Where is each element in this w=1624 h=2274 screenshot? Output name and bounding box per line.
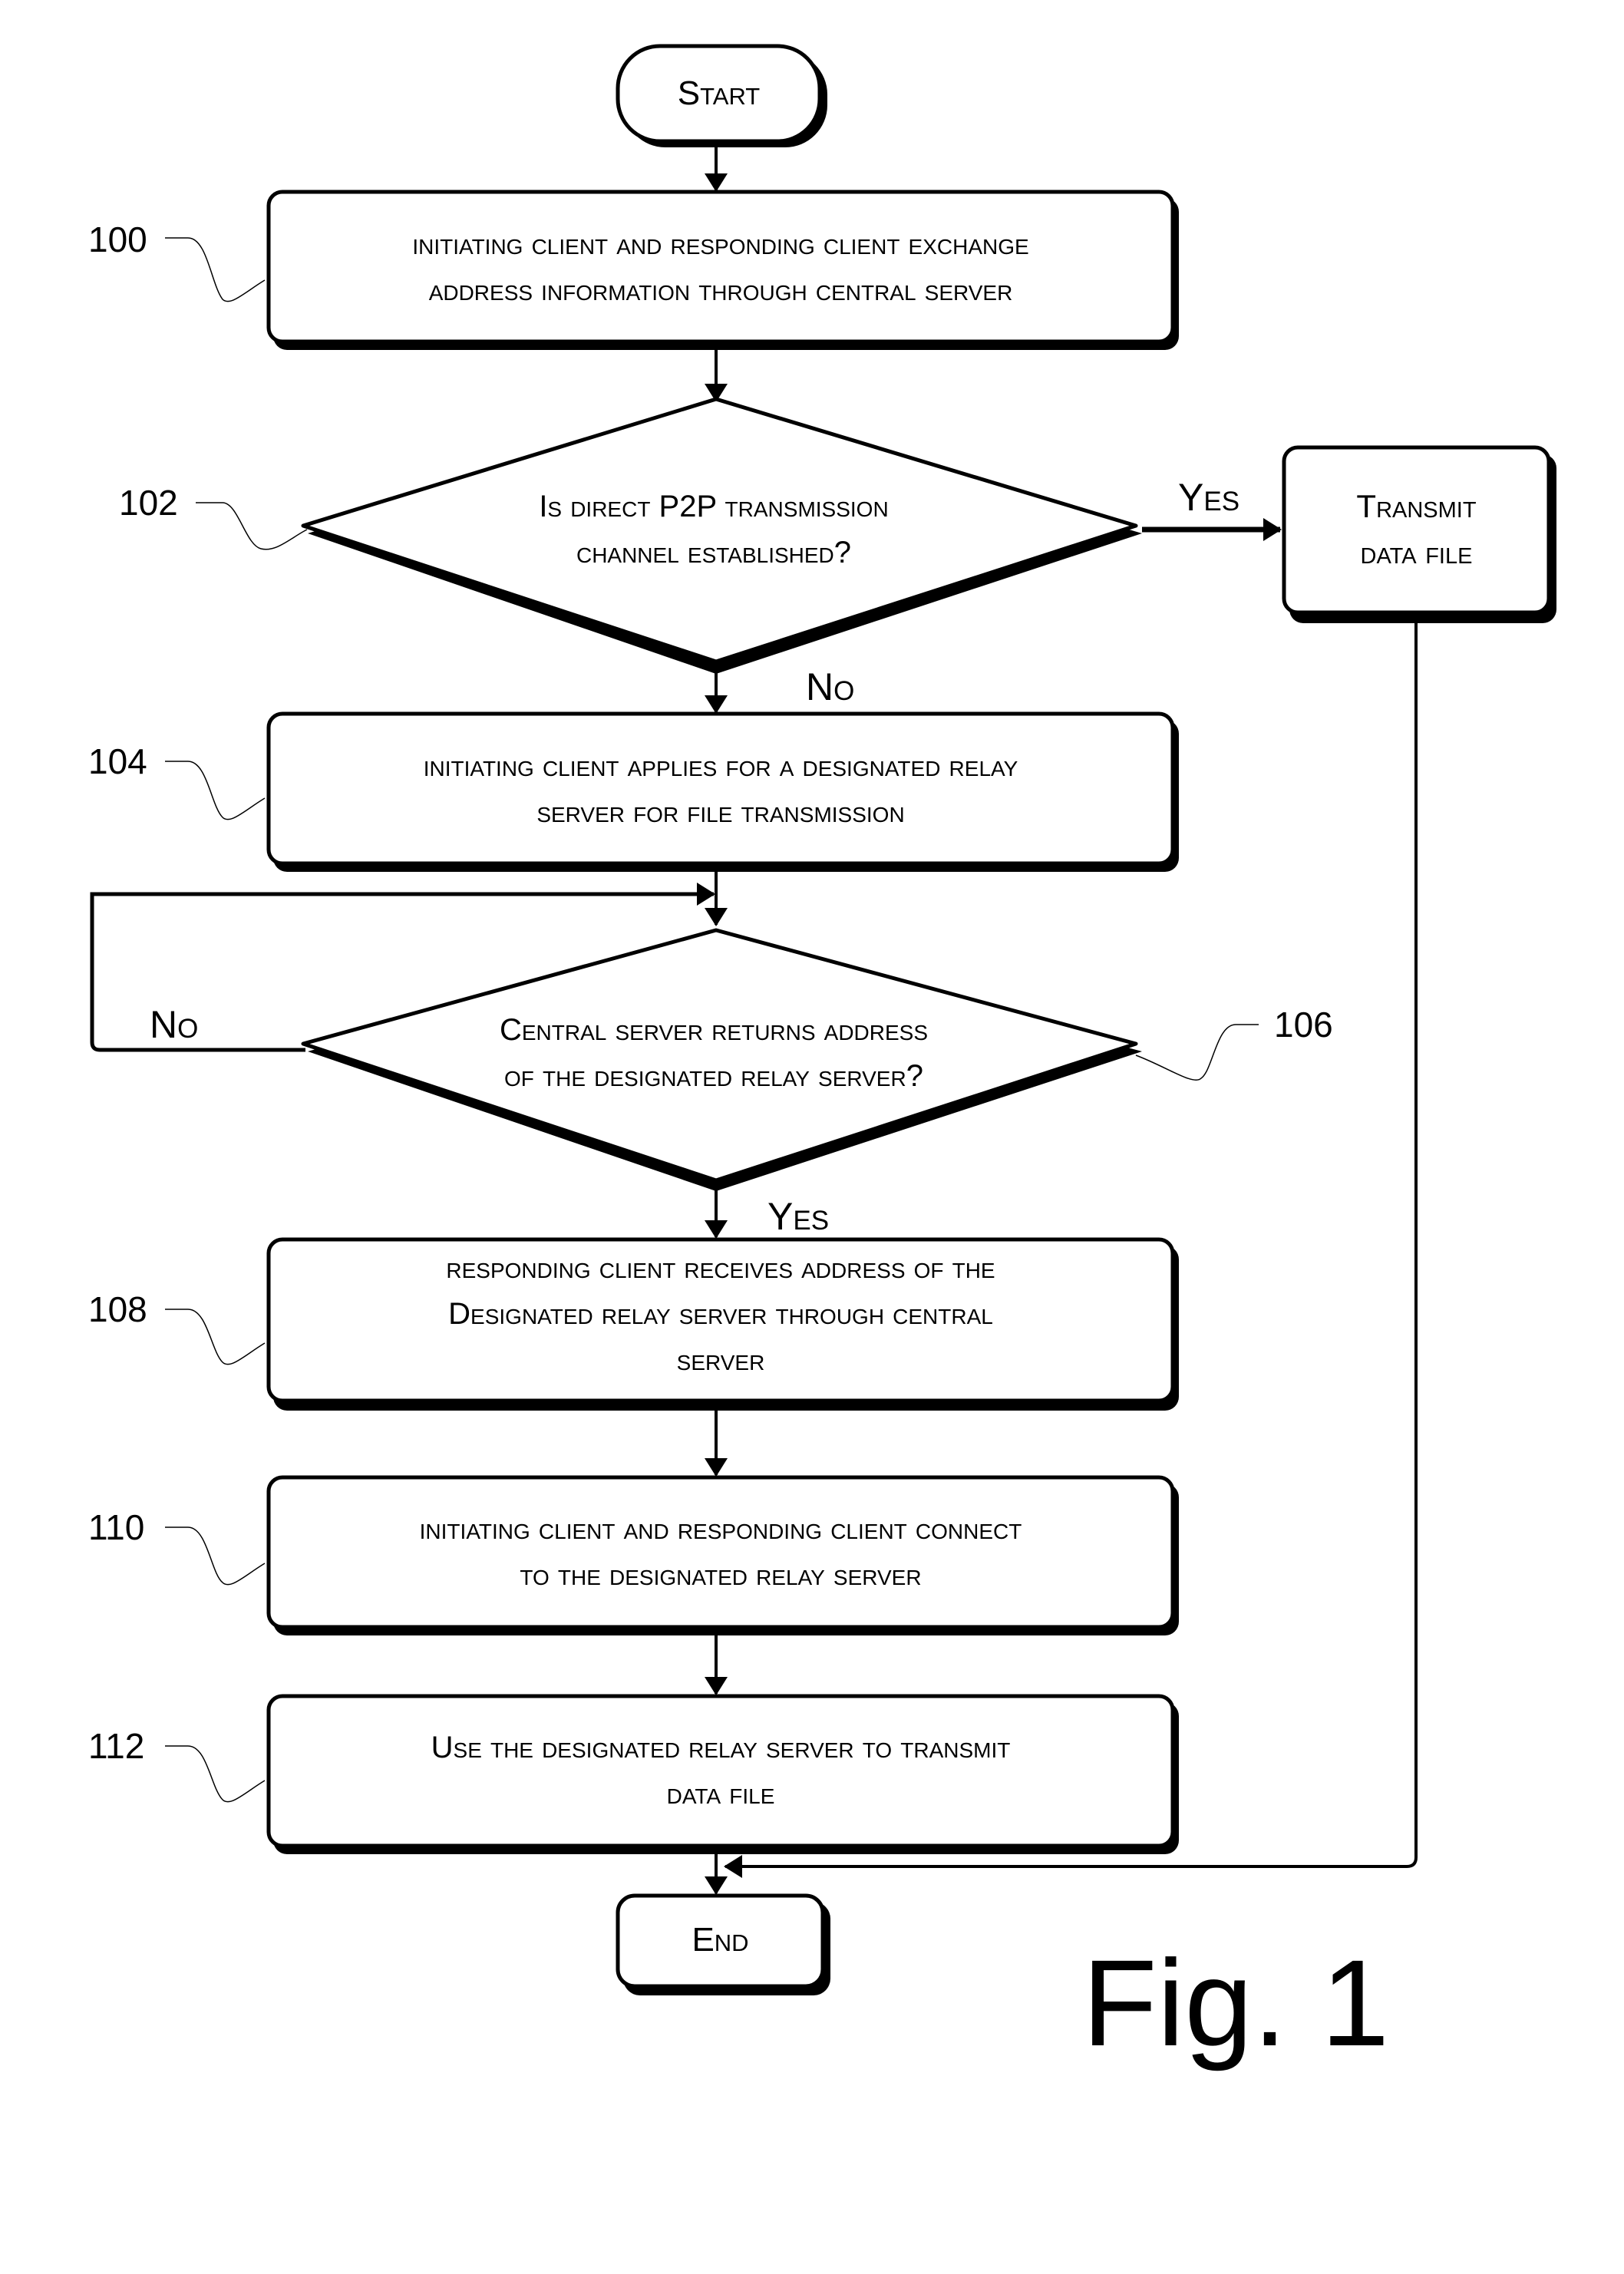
yes-label-106: Yes: [767, 1195, 830, 1238]
no-label-102: No: [806, 665, 855, 708]
step-102-line-2: channel established?: [576, 536, 852, 569]
step-108-text: responding client receives address of th…: [269, 1245, 1173, 1383]
step-112-text: Use the designated relay server to trans…: [269, 1724, 1173, 1817]
no-label-106: No: [150, 1003, 199, 1046]
ref-110: 110: [88, 1507, 145, 1547]
step-110-line-1: initiating client and responding client …: [419, 1512, 1022, 1546]
step-104-line-2: server for file transmission: [536, 795, 905, 829]
ref-108: 108: [88, 1289, 147, 1329]
start-label: Start: [677, 74, 761, 112]
step-112-line-1: Use the designated relay server to trans…: [431, 1731, 1011, 1764]
step-108-line-1: responding client receives address of th…: [446, 1251, 995, 1285]
step-104-text: initiating client applies for a designat…: [269, 743, 1173, 835]
ref-104: 104: [88, 741, 147, 781]
ref-112: 112: [88, 1726, 145, 1766]
end-label: End: [692, 1921, 749, 1959]
yes-label-102: Yes: [1178, 476, 1240, 519]
transmit-line-1: Transmit: [1356, 488, 1477, 524]
leader-110: [165, 1526, 266, 1586]
transmit-text: Transmit data file: [1284, 484, 1549, 576]
leader-112: [165, 1745, 266, 1803]
leader-100: [165, 237, 266, 302]
step-100-text: initiating client and responding client …: [269, 221, 1173, 313]
step-100-line-2: address information through central serv…: [428, 273, 1013, 307]
step-106-line-1: Central server returns address: [499, 1013, 929, 1047]
ref-106: 106: [1274, 1005, 1333, 1045]
leader-106: [1135, 1024, 1259, 1081]
step-104-line-1: initiating client applies for a designat…: [423, 749, 1018, 783]
leader-104: [165, 761, 266, 820]
step-110-text: initiating client and responding client …: [269, 1506, 1173, 1598]
step-106-line-2: of the designated relay server?: [504, 1059, 923, 1093]
step-100-line-1: initiating client and responding client …: [412, 227, 1029, 261]
step-110-line-2: to the designated relay server: [520, 1558, 922, 1592]
step-112-line-2: data file: [666, 1777, 775, 1810]
step-108-line-3: server: [676, 1343, 765, 1377]
step-108-line-2: Designated relay server through central: [448, 1297, 993, 1331]
step-106-text: Central server returns address of the de…: [384, 1007, 1044, 1099]
figure-title: Fig. 1: [1082, 1934, 1390, 2071]
step-102-text: Is direct P2P transmission channel estab…: [399, 484, 1028, 576]
step-102-line-1: Is direct P2P transmission: [539, 490, 889, 523]
transmit-line-2: data file: [1360, 534, 1473, 570]
leader-102: [196, 502, 308, 550]
leader-108: [165, 1309, 266, 1365]
ref-102: 102: [119, 483, 178, 523]
ref-100: 100: [88, 219, 147, 259]
